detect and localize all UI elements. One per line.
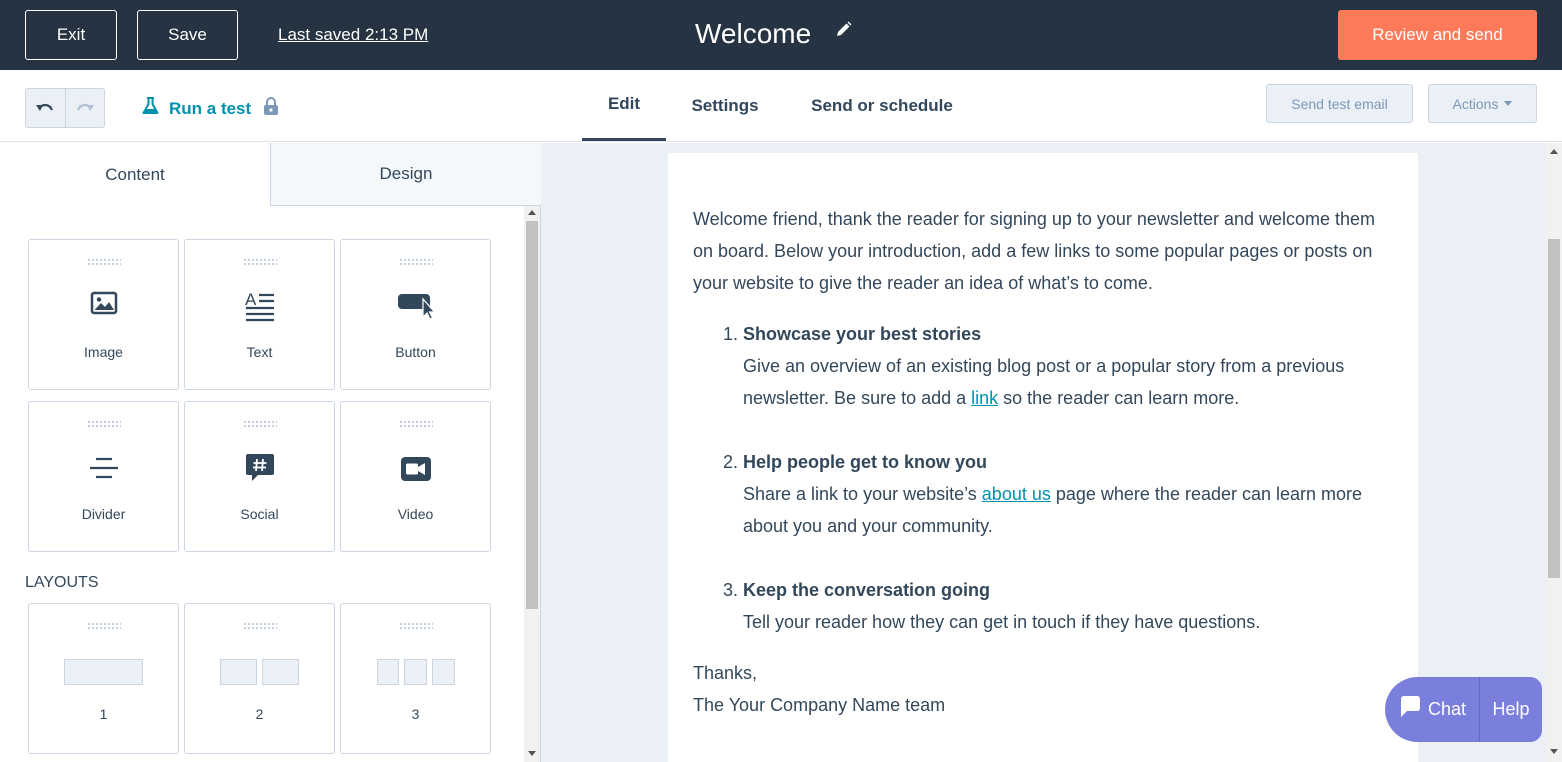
divider-icon [29, 456, 178, 480]
drag-handle-icon [399, 420, 433, 428]
drag-handle-icon [243, 420, 277, 428]
module-label: Image [84, 344, 123, 360]
text-icon: A [185, 290, 334, 324]
sign-off: Thanks, [693, 663, 758, 683]
send-test-email-button[interactable]: Send test email [1266, 84, 1413, 123]
help-button[interactable]: Help [1480, 699, 1542, 720]
chat-bubble-icon [1398, 695, 1422, 724]
email-preview-area: Welcome friend, thank the reader for sig… [541, 143, 1562, 762]
module-label: Button [395, 344, 436, 360]
scroll-down-arrow-icon[interactable] [1550, 749, 1558, 754]
module-card-text[interactable]: A Text [184, 239, 335, 390]
flask-icon [142, 97, 159, 120]
module-card-video[interactable]: Video [340, 401, 491, 552]
list-item-title: Help people get to know you [743, 452, 988, 472]
module-card-image[interactable]: Image [28, 239, 179, 390]
layout-label: 2 [255, 706, 264, 722]
drag-handle-icon [399, 622, 433, 630]
social-icon [185, 452, 334, 484]
chat-button[interactable]: Chat [1385, 677, 1480, 742]
last-saved-link[interactable]: Last saved 2:13 PM [278, 25, 428, 45]
email-title-group: Welcome [695, 18, 852, 50]
tab-design[interactable]: Design [270, 143, 541, 206]
layout-column-preview [220, 659, 257, 685]
redo-icon[interactable] [66, 89, 105, 127]
tab-send-or-schedule[interactable]: Send or schedule [800, 70, 964, 141]
drag-handle-icon [87, 420, 121, 428]
list-item-title: Keep the conversation going [743, 580, 991, 600]
layout-card-2-column[interactable]: 2 [184, 603, 335, 754]
review-and-send-button[interactable]: Review and send [1338, 10, 1537, 60]
caret-down-icon [1504, 101, 1513, 106]
tab-content[interactable]: Content [0, 143, 270, 206]
list-item: Keep the conversation going Tell your re… [743, 574, 1393, 638]
preview-scrollbar-thumb[interactable] [1548, 239, 1560, 578]
module-label: Video [397, 506, 434, 522]
signature: The Your Company Name team [693, 695, 946, 715]
run-a-test-label: Run a test [169, 98, 252, 118]
undo-icon[interactable] [26, 89, 66, 127]
scroll-up-arrow-icon[interactable] [1550, 149, 1558, 154]
scroll-up-arrow-icon[interactable] [528, 210, 536, 215]
exit-button[interactable]: Exit [25, 10, 117, 60]
module-label: Social [240, 506, 279, 522]
module-card-button[interactable]: Button [340, 239, 491, 390]
undo-redo-group [25, 88, 105, 128]
editor-toolbar: Run a test Edit Settings Send or schedul… [0, 70, 1562, 142]
save-button[interactable]: Save [137, 10, 238, 60]
layouts-heading: LAYOUTS [25, 574, 99, 591]
preview-scrollbar[interactable] [1546, 143, 1562, 762]
list-item-text: Tell your reader how they can get in tou… [743, 612, 1261, 632]
module-label: Divider [81, 506, 126, 522]
drag-handle-icon [87, 258, 121, 266]
layout-column-preview [377, 659, 399, 685]
layout-column-preview [432, 659, 455, 685]
list-item-text: Share a link to your website’s [743, 484, 982, 504]
drag-handle-icon [243, 622, 277, 630]
module-card-social[interactable]: Social [184, 401, 335, 552]
chat-label: Chat [1427, 699, 1467, 719]
about-us-link[interactable]: about us [982, 484, 1051, 504]
drag-handle-icon [87, 622, 121, 630]
layout-card-1-column[interactable]: 1 [28, 603, 179, 754]
top-bar: Exit Save Last saved 2:13 PM Welcome Rev… [0, 0, 1562, 70]
layout-label: 3 [411, 706, 420, 722]
list-item-text: so the reader can learn more. [998, 388, 1240, 408]
email-body[interactable]: Welcome friend, thank the reader for sig… [668, 153, 1418, 762]
pencil-icon[interactable] [835, 21, 852, 43]
tab-settings[interactable]: Settings [674, 70, 776, 141]
actions-label: Actions [1452, 95, 1499, 112]
email-list: Showcase your best stories Give an overv… [693, 318, 1393, 638]
sidebar-scrollbar[interactable] [524, 206, 540, 762]
layout-label: 1 [99, 706, 108, 722]
email-title: Welcome [695, 18, 812, 49]
sidebar-scrollbar-thumb[interactable] [526, 221, 538, 609]
button-icon [341, 290, 490, 320]
video-icon [341, 456, 490, 482]
email-intro: Welcome friend, thank the reader for sig… [693, 209, 1376, 293]
layout-column-preview [404, 659, 427, 685]
module-label: Text [246, 344, 273, 360]
drag-handle-icon [243, 258, 277, 266]
chat-help-widget: Chat Help [1385, 677, 1542, 742]
layout-card-3-column[interactable]: 3 [340, 603, 491, 754]
actions-dropdown[interactable]: Actions [1428, 84, 1537, 123]
svg-text:A: A [245, 290, 257, 309]
list-item-title: Showcase your best stories [743, 324, 982, 344]
tab-edit[interactable]: Edit [582, 70, 666, 141]
drag-handle-icon [399, 258, 433, 266]
layout-column-preview [64, 659, 143, 685]
lock-icon [263, 97, 279, 120]
layout-column-preview [262, 659, 299, 685]
image-icon [29, 290, 178, 316]
list-item: Help people get to know you Share a link… [743, 446, 1393, 542]
list-item: Showcase your best stories Give an overv… [743, 318, 1393, 414]
run-a-test-button[interactable]: Run a test [142, 97, 279, 120]
link-link[interactable]: link [971, 388, 998, 408]
scroll-down-arrow-icon[interactable] [528, 751, 536, 756]
module-card-divider[interactable]: Divider [28, 401, 179, 552]
left-sidebar: Content Design Image A Text Button Divid… [0, 143, 541, 762]
